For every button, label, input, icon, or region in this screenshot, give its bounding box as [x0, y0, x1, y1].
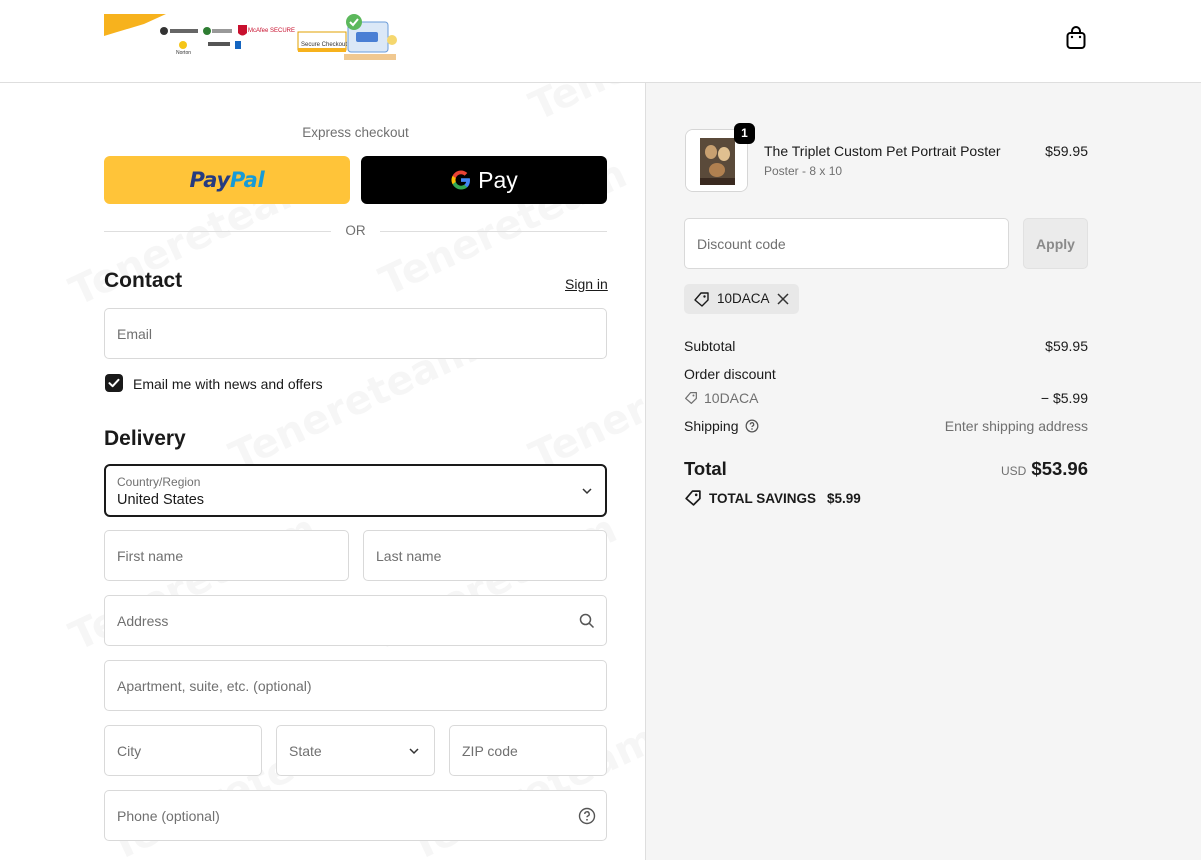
address-field[interactable]: Address — [104, 595, 607, 646]
discount-code-field[interactable]: Discount code — [684, 218, 1009, 269]
search-icon — [579, 613, 595, 628]
store-logo[interactable]: McAfee SECURE Norton Secure Checkout — [104, 12, 404, 64]
product-price: $59.95 — [1045, 143, 1088, 159]
zip-code-placeholder: ZIP code — [462, 742, 518, 759]
checkmark-icon — [108, 378, 120, 388]
delivery-heading: Delivery — [104, 427, 186, 450]
apartment-field[interactable]: Apartment, suite, etc. (optional) — [104, 660, 607, 711]
city-placeholder: City — [117, 742, 142, 759]
subtotal-value: $59.95 — [1045, 338, 1088, 354]
tag-icon — [685, 490, 701, 506]
first-name-field[interactable]: First name — [104, 530, 349, 581]
sign-in-link[interactable]: Sign in — [565, 276, 608, 292]
tag-icon — [694, 292, 709, 307]
newsletter-label: Email me with news and offers — [133, 376, 323, 392]
currency-code: USD — [1001, 464, 1027, 478]
google-pay-label: Pay — [478, 166, 518, 193]
google-g-icon — [451, 170, 471, 190]
tag-icon — [685, 392, 697, 404]
paypal-label-pal: Pal — [229, 168, 265, 192]
shopping-bag-icon — [1066, 26, 1086, 49]
savings-value: $5.99 — [827, 490, 861, 506]
email-placeholder: Email — [117, 325, 153, 342]
product-title: The Triplet Custom Pet Portrait Poster — [764, 143, 1001, 159]
savings-label: TOTAL SAVINGS — [709, 490, 817, 506]
discount-code-row: 10DACA — [684, 390, 758, 406]
chevron-down-icon — [582, 488, 592, 495]
cart-button[interactable] — [1064, 25, 1088, 51]
zip-code-field[interactable]: ZIP code — [449, 725, 607, 776]
contact-heading: Contact — [104, 269, 183, 292]
country-value: United States — [117, 492, 205, 508]
shipping-row: Shipping — [684, 418, 759, 434]
paypal-button[interactable]: Pay Pal — [104, 156, 350, 204]
help-circle-icon[interactable] — [578, 807, 596, 825]
shipping-label: Shipping — [684, 418, 739, 434]
product-variant: Poster - 8 x 10 — [764, 164, 843, 178]
discount-value: − $5.99 — [1040, 390, 1088, 406]
state-placeholder: State — [289, 742, 322, 759]
discount-code-placeholder: Discount code — [697, 236, 786, 252]
state-select[interactable]: State — [276, 725, 435, 776]
total-label: Total — [684, 458, 727, 479]
order-summary-panel — [645, 83, 1201, 860]
phone-field[interactable]: Phone (optional) — [104, 790, 607, 841]
applied-code-text: 10DACA — [717, 291, 770, 306]
last-name-field[interactable]: Last name — [363, 530, 607, 581]
last-name-placeholder: Last name — [376, 547, 442, 564]
phone-placeholder: Phone (optional) — [117, 807, 220, 824]
city-field[interactable]: City — [104, 725, 262, 776]
quantity-badge: 1 — [734, 123, 755, 144]
address-placeholder: Address — [117, 612, 169, 629]
email-field[interactable]: Email — [104, 308, 607, 359]
apply-discount-button[interactable]: Apply — [1023, 218, 1088, 269]
apartment-placeholder: Apartment, suite, etc. (optional) — [117, 677, 312, 694]
close-icon[interactable] — [776, 292, 790, 306]
subtotal-label: Subtotal — [684, 338, 736, 354]
newsletter-checkbox[interactable] — [105, 374, 123, 392]
applied-discount-chip: 10DACA — [684, 284, 799, 314]
help-circle-icon[interactable] — [745, 419, 759, 433]
first-name-placeholder: First name — [117, 547, 184, 564]
shipping-value: Enter shipping address — [944, 418, 1088, 434]
or-divider: OR — [104, 222, 607, 242]
country-label: Country/Region — [117, 475, 201, 489]
checkout-header: McAfee SECURE Norton Secure Checkout — [0, 0, 1201, 83]
express-checkout-title: Express checkout — [302, 125, 409, 140]
order-discount-label: Order discount — [684, 366, 776, 382]
badge-text: Secure Checkout — [301, 42, 347, 48]
google-pay-button[interactable]: Pay — [361, 156, 607, 204]
paypal-label-pay: Pay — [189, 168, 231, 192]
badge-text: McAfee SECURE — [248, 28, 295, 34]
country-select[interactable]: Country/Region United States — [104, 464, 607, 517]
badge-text: Norton — [176, 50, 191, 56]
divider-line — [380, 231, 607, 232]
chevron-down-icon — [409, 747, 419, 754]
total-savings: TOTAL SAVINGS $5.99 — [684, 489, 861, 507]
discount-code-label: 10DACA — [704, 390, 759, 406]
trust-badges-logo: McAfee SECURE Norton Secure Checkout — [104, 14, 397, 60]
total-value: $53.96 — [1031, 458, 1088, 479]
